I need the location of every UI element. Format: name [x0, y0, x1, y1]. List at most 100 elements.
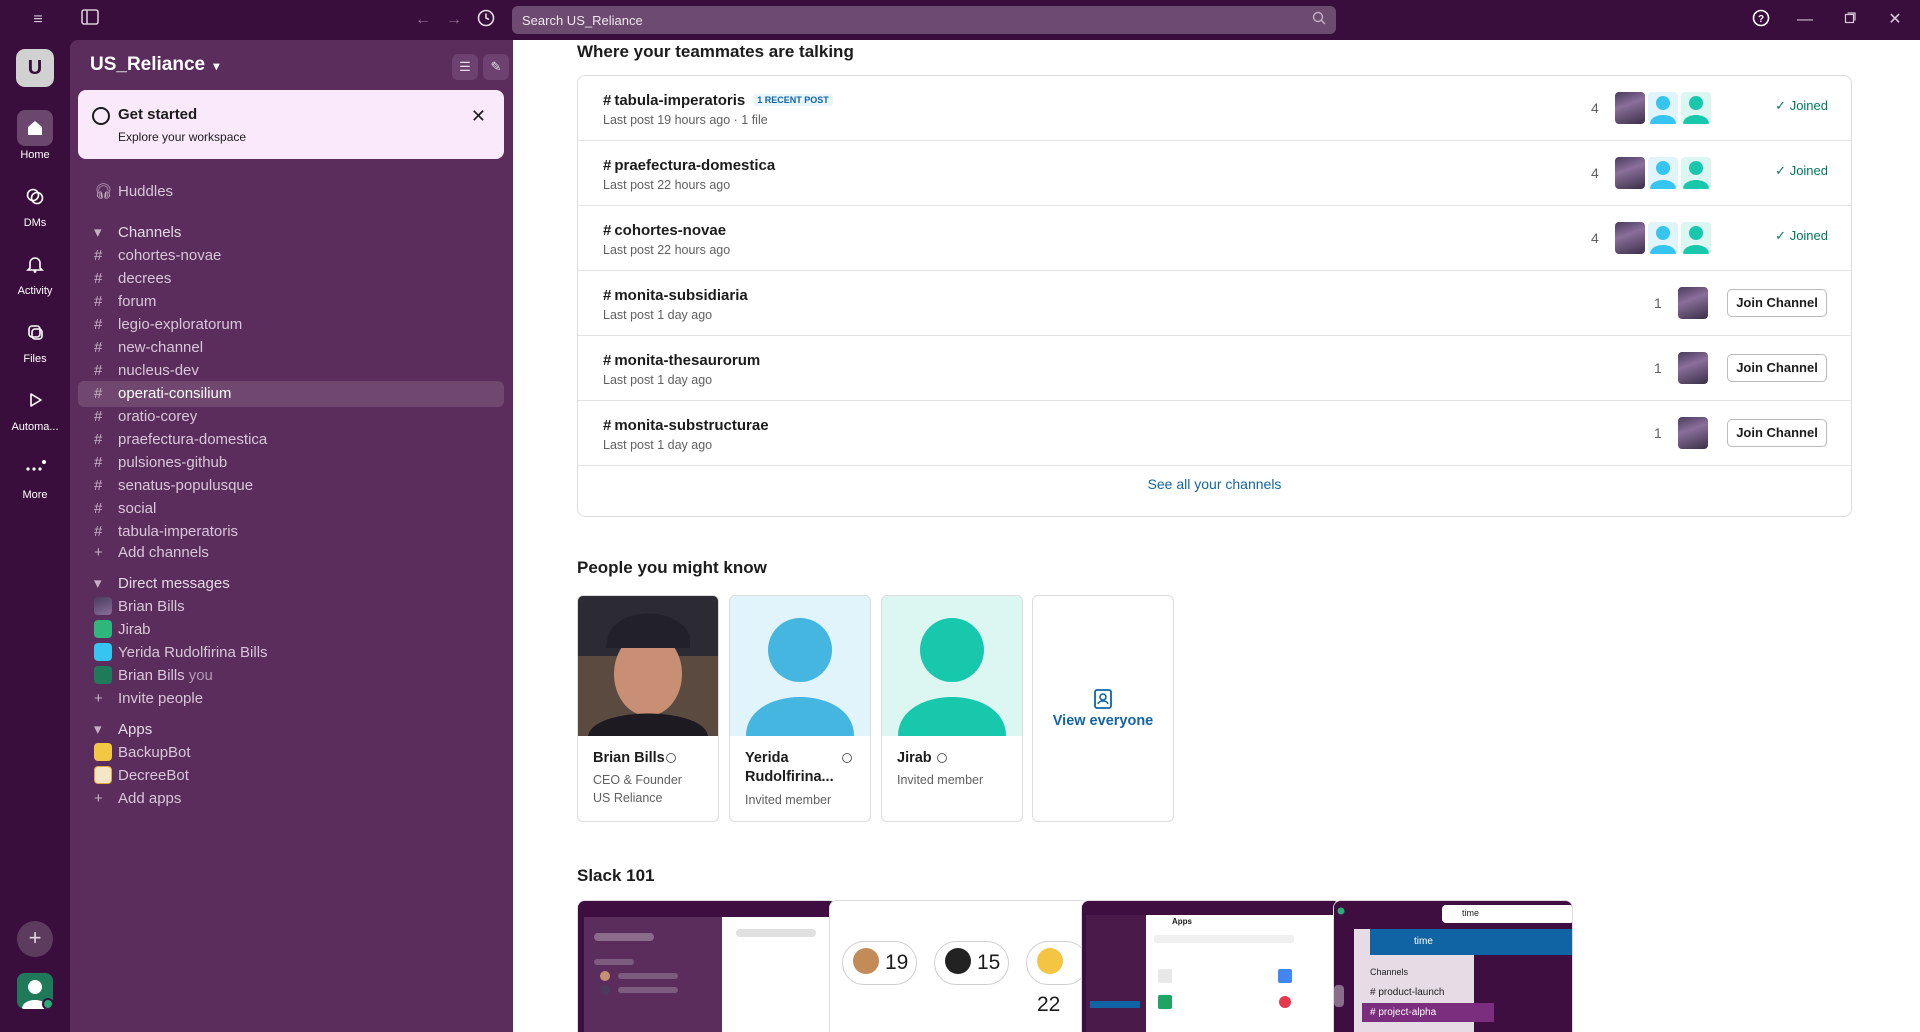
avatar	[94, 643, 112, 661]
search-input[interactable]: Search US_Reliance	[512, 6, 1336, 34]
workspace-name[interactable]: US_Reliance ▾	[90, 54, 219, 76]
slack101-card-search[interactable]: time time Channels # product-launch # pr…	[1333, 900, 1573, 1032]
channel-meta: Last post 1 day ago	[603, 438, 713, 452]
join-channel-button[interactable]: Join Channel	[1727, 354, 1827, 382]
channel-name[interactable]: # monita-substructurae	[603, 417, 769, 434]
channel-name[interactable]: # tabula-imperatoris 1 RECENT POST	[603, 92, 833, 109]
status-away-icon	[666, 753, 676, 763]
channel-label: praefectura-domestica	[118, 431, 268, 448]
play-icon	[17, 382, 53, 418]
slack101-card-reactions[interactable]: 19 15 22	[829, 900, 1089, 1032]
person-avatar-placeholder	[882, 596, 1022, 736]
channel-row[interactable]: # tabula-imperatoris 1 RECENT POST Last pos…	[578, 76, 1851, 141]
channel-row[interactable]: # praefectura-domestica Last post 22 hours…	[578, 141, 1851, 206]
channel-name-label: cohortes-novae	[614, 222, 727, 239]
back-arrow-icon[interactable]: ←	[412, 9, 434, 31]
channel-label: senatus-populusque	[118, 477, 254, 494]
view-everyone-label: View everyone	[1052, 713, 1154, 729]
get-started-title: Get started	[118, 106, 198, 123]
hash-icon: #	[603, 222, 612, 239]
rail-dms[interactable]: DMs	[0, 178, 70, 229]
hamburger-menu-icon[interactable]: ≡	[27, 9, 49, 31]
rail-activity-label: Activity	[17, 285, 53, 297]
maximize-icon[interactable]	[1839, 9, 1861, 31]
rail-files[interactable]: Files	[0, 314, 70, 365]
slack101-result-text: time	[1414, 936, 1433, 947]
channel-label: tabula-imperatoris	[118, 523, 239, 540]
minimize-icon[interactable]: —	[1794, 9, 1816, 31]
status-away-icon	[937, 753, 947, 763]
join-channel-button[interactable]: Join Channel	[1727, 419, 1827, 447]
plus-icon: +	[94, 790, 103, 807]
member-placeholder-avatar	[1646, 220, 1680, 256]
channel-name[interactable]: # cohortes-novae	[603, 222, 726, 239]
person-card-jirab[interactable]: Jirab Invited member	[881, 595, 1023, 822]
rail-activity[interactable]: Activity	[0, 246, 70, 297]
history-clock-icon[interactable]	[475, 9, 497, 31]
person-title: CEO & Founder	[593, 773, 682, 787]
hash-icon: #	[603, 287, 612, 304]
channel-row[interactable]: # cohortes-novae Last post 22 hours ago 4 ✓ …	[578, 206, 1851, 271]
view-everyone-card[interactable]: View everyone	[1032, 595, 1174, 822]
channel-meta: Last post 22 hours ago	[603, 178, 731, 192]
add-channels-button[interactable]: + Add channels	[78, 540, 504, 566]
add-plus-icon[interactable]: +	[17, 921, 53, 957]
person-name: Yerida Rudolfirina...	[745, 750, 834, 785]
person-card-yerida[interactable]: Yerida Rudolfirina... Invited member	[729, 595, 871, 822]
compose-icon[interactable]: ✎	[483, 54, 509, 80]
avatar	[94, 766, 112, 784]
workspace-badge[interactable]: U	[16, 49, 54, 87]
slack101-card-sidebar[interactable]	[577, 900, 837, 1032]
chevron-down-icon: ▾	[213, 59, 220, 73]
hash-icon: #	[603, 417, 612, 434]
app-label: BackupBot	[118, 744, 191, 761]
join-channel-button[interactable]: Join Channel	[1727, 289, 1827, 317]
person-card-brian[interactable]: Brian Bills CEO & Founder US Reliance	[577, 595, 719, 822]
member-faces	[1613, 155, 1713, 191]
teammates-title: Where your teammates are talking	[577, 42, 854, 61]
slack101-channel-name: project-alpha	[1378, 1007, 1437, 1018]
get-started-card[interactable]: Get started Explore your workspace ✕	[78, 90, 504, 159]
plus-icon: +	[94, 690, 103, 707]
channel-row[interactable]: # monita-substructurae Last post 1 day ago…	[578, 401, 1851, 466]
channel-row[interactable]: # monita-thesaurorum Last post 1 day ago 1 J…	[578, 336, 1851, 401]
channel-label: forum	[118, 293, 157, 310]
member-faces	[1613, 90, 1713, 126]
user-avatar[interactable]	[17, 973, 53, 1009]
sidebar-item-huddles[interactable]: 🎧︎ Huddles	[78, 179, 504, 205]
help-icon[interactable]: ?	[1750, 9, 1772, 31]
plus-icon: +	[94, 544, 103, 561]
slack101-search-box: time	[1442, 905, 1572, 923]
invite-people-button[interactable]: + Invite people	[78, 686, 504, 712]
member-count: 4	[1591, 100, 1599, 116]
top-bar: ≡ ← → Search US_Reliance ? — ✕	[0, 0, 1920, 40]
rail-automations[interactable]: Automa...	[0, 382, 70, 433]
rail-files-label: Files	[23, 353, 47, 365]
close-icon[interactable]: ✕	[471, 106, 486, 127]
channel-name-label: tabula-imperatoris	[614, 92, 746, 109]
channel-name[interactable]: # monita-thesaurorum	[603, 352, 760, 369]
add-apps-button[interactable]: + Add apps	[78, 786, 504, 812]
channel-label: nucleus-dev	[118, 362, 199, 379]
see-all-channels-link[interactable]: See all your channels	[578, 476, 1851, 492]
channel-name[interactable]: # praefectura-domestica	[603, 157, 775, 174]
checkmark-icon: ✓	[1775, 98, 1790, 113]
channel-label: social	[118, 500, 157, 517]
rail-home[interactable]: Home	[0, 110, 70, 161]
channel-row[interactable]: # monita-subsidiaria Last post 1 day ago 1 J…	[578, 271, 1851, 336]
section-label: Apps	[118, 721, 153, 738]
channel-label: new-channel	[118, 339, 204, 356]
member-faces	[1676, 415, 1712, 451]
slack101-card-apps[interactable]: Apps	[1081, 900, 1341, 1032]
channel-name[interactable]: # monita-subsidiaria	[603, 287, 748, 304]
filter-icon[interactable]: ☰	[452, 54, 478, 80]
hash-icon: #	[603, 352, 612, 369]
channel-label: cohortes-novae	[118, 247, 222, 264]
checkmark-icon: ✓	[1775, 163, 1790, 178]
slack101-channel: # product-launch	[1370, 987, 1445, 998]
forward-arrow-icon[interactable]: →	[443, 9, 465, 31]
rail-more[interactable]: More	[0, 450, 70, 501]
sidebar-toggle-icon[interactable]	[79, 9, 101, 31]
close-window-icon[interactable]: ✕	[1884, 9, 1906, 31]
contacts-book-icon	[1092, 688, 1114, 715]
